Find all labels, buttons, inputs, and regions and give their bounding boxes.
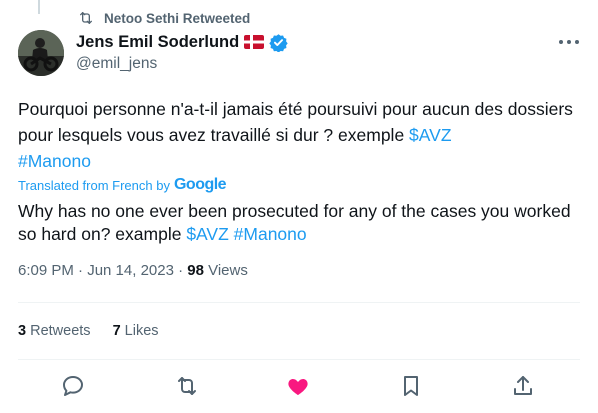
tweet-timestamp[interactable]: 6:09 PM · Jun 14, 2023 · <box>18 262 187 279</box>
retweet-context-text: Netoo Sethi Retweeted <box>104 10 251 26</box>
divider <box>18 302 580 303</box>
retweets-stat[interactable]: 3 Retweets <box>18 323 91 339</box>
tweet-text: Pourquoi personne n'a-t-il jamais été po… <box>18 96 583 174</box>
action-bar <box>18 372 580 402</box>
author-handle[interactable]: @emil_jens <box>76 55 580 73</box>
denmark-flag-icon <box>244 35 265 49</box>
translated-cashtag-link[interactable]: $AVZ <box>186 224 228 244</box>
verified-badge-icon[interactable] <box>269 33 288 52</box>
translation-label: Translated from French by <box>18 177 170 193</box>
views-label: Views <box>203 262 248 279</box>
retweet-icon <box>80 12 92 24</box>
retweet-context[interactable]: Netoo Sethi Retweeted <box>78 9 250 27</box>
more-icon[interactable] <box>558 36 580 48</box>
avatar-image <box>18 30 64 76</box>
hashtag-link[interactable]: #Manono <box>18 151 91 171</box>
tweet-stats: 3 Retweets 7 Likes <box>18 323 159 339</box>
reply-icon[interactable] <box>61 374 85 398</box>
translation-attribution[interactable]: Translated from French by Google <box>18 176 227 194</box>
likes-label: Likes <box>120 323 159 339</box>
tweet-text-body: Pourquoi personne n'a-t-il jamais été po… <box>18 99 573 145</box>
likes-count: 7 <box>112 323 121 339</box>
retweets-label: Retweets <box>26 323 91 339</box>
share-icon[interactable] <box>511 374 535 398</box>
divider <box>18 359 580 360</box>
thread-line <box>38 0 40 14</box>
tweet-header: Jens Emil Soderlund @emil_jens <box>76 31 580 73</box>
translated-text: Why has no one ever been prosecuted for … <box>18 200 583 246</box>
google-logo: Google <box>173 176 227 193</box>
retweet-icon[interactable] <box>175 374 199 398</box>
bookmark-icon[interactable] <box>399 374 423 398</box>
author-name[interactable]: Jens Emil Soderlund <box>76 33 239 52</box>
views-count: 98 <box>187 262 204 279</box>
avatar[interactable] <box>18 30 64 76</box>
cashtag-link[interactable]: $AVZ <box>409 125 451 145</box>
translated-hashtag-link[interactable]: #Manono <box>234 224 307 244</box>
tweet-meta: 6:09 PM · Jun 14, 2023 · 98 Views <box>18 262 248 279</box>
likes-stat[interactable]: 7 Likes <box>113 323 159 339</box>
heart-icon[interactable] <box>286 374 310 398</box>
retweets-count: 3 <box>18 323 27 339</box>
